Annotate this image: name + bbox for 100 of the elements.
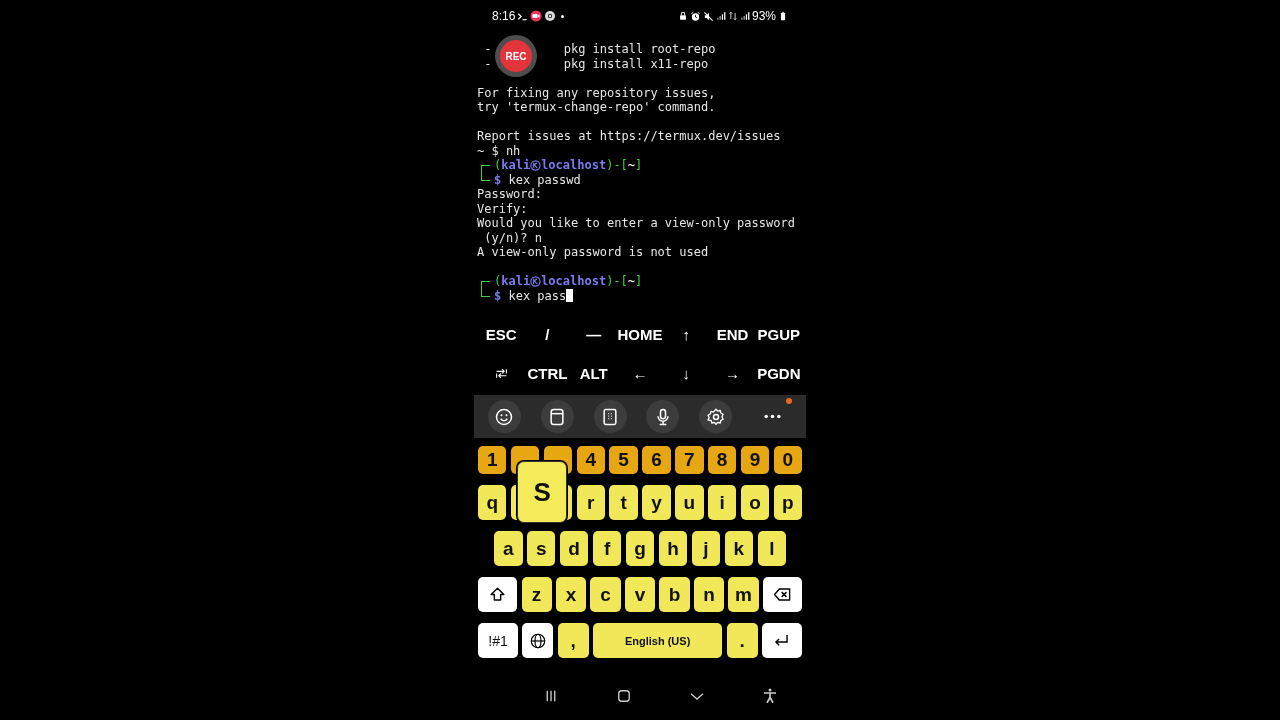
terminal-text: -: [483, 42, 492, 57]
keyboard-key[interactable]: 7: [675, 446, 704, 474]
backspace-icon: [772, 585, 792, 604]
keyboard-key[interactable]: !#1: [478, 623, 519, 658]
keyboard-key[interactable]: r: [576, 485, 605, 520]
keyboard-key[interactable]: [761, 623, 802, 658]
data-arrows-icon: [727, 11, 738, 21]
extra-key[interactable]: —: [570, 322, 617, 347]
toolbar-button[interactable]: [699, 400, 733, 433]
extra-key[interactable]: CTRL: [524, 361, 571, 386]
terminal-line: ~ $ nh: [477, 143, 522, 158]
extra-key[interactable]: ESC: [478, 322, 525, 347]
keyboard-key[interactable]: u: [675, 485, 704, 520]
toolbar-button[interactable]: [646, 400, 680, 433]
keyboard-key[interactable]: t: [609, 485, 638, 520]
keyboard-key[interactable]: d: [559, 531, 589, 566]
keyboard-key[interactable]: 1: [478, 446, 507, 474]
toolbar-button[interactable]: [487, 400, 521, 433]
extra-key[interactable]: ALT: [570, 361, 617, 386]
extra-key[interactable]: PGDN: [755, 361, 802, 386]
toolbar-button[interactable]: [593, 400, 627, 433]
prompt-text: ~: [627, 158, 636, 173]
prompt-symbol: $: [494, 288, 502, 303]
key-preview-tooltip: S: [517, 461, 568, 523]
space-bar[interactable]: English (US): [592, 623, 723, 658]
prompt-text: kali: [501, 158, 531, 173]
keyboard-key[interactable]: 6: [642, 446, 671, 474]
terminal-line: For fixing any repository issues,: [477, 85, 717, 100]
keyboard-key[interactable]: x: [556, 577, 587, 612]
prompt-text: localhost: [541, 158, 607, 173]
battery-icon: [778, 10, 788, 22]
keyboard-key[interactable]: q: [478, 485, 507, 520]
lock-icon: [677, 11, 688, 21]
terminal-line: Would you like to enter a view-only password: [477, 216, 796, 231]
keyboard-key[interactable]: [478, 577, 518, 612]
keyboard-key[interactable]: z: [521, 577, 552, 612]
prompt-symbol: $: [494, 172, 502, 187]
extra-key[interactable]: ↓: [663, 361, 710, 386]
keyboard-key[interactable]: v: [624, 577, 656, 612]
signal-icon: [715, 11, 726, 21]
keyboard-key[interactable]: j: [691, 531, 721, 566]
keyboard-key[interactable]: y: [642, 485, 671, 520]
prompt-text: ]: [635, 158, 643, 173]
keyboard-key[interactable]: c: [590, 577, 621, 612]
keyboard-key[interactable]: ,: [557, 623, 589, 658]
keyboard-key[interactable]: m: [728, 577, 759, 612]
terminal-line: try 'termux-change-repo' command.: [477, 100, 717, 115]
prompt-text: ~: [627, 274, 636, 289]
keyboard-key[interactable]: 0: [773, 446, 803, 474]
keyboard-key[interactable]: a: [494, 531, 523, 566]
extra-key[interactable]: /: [524, 322, 571, 347]
status-time: 8:16: [492, 9, 516, 23]
video-camera-icon: [530, 10, 543, 22]
keyboard-key[interactable]: b: [659, 577, 690, 612]
extra-key[interactable]: ↑: [663, 322, 710, 347]
terminal-text: pkg install x11-repo: [563, 56, 709, 71]
terminal-line: Verify:: [477, 201, 529, 216]
record-button[interactable]: REC: [495, 35, 537, 77]
toolbar-button[interactable]: [540, 400, 574, 433]
more-icon: [763, 414, 781, 419]
keyboard-key[interactable]: f: [592, 531, 622, 566]
terminal-line: (y/n)? n: [483, 230, 544, 245]
terminal-text: pkg install root-repo: [563, 42, 716, 57]
settings-icon: [705, 406, 726, 427]
prompt-text: (: [494, 158, 502, 173]
keyboard-key[interactable]: n: [693, 577, 725, 612]
command-text: kex pass: [507, 288, 567, 303]
extra-key[interactable]: END: [709, 322, 756, 347]
signal-icon: [739, 11, 750, 21]
keyboard-key[interactable]: 9: [740, 446, 770, 474]
keyboard-key[interactable]: p: [773, 485, 803, 520]
prompt-text: kali: [501, 274, 531, 289]
globe-icon: [528, 631, 547, 650]
keyboard-key[interactable]: k: [724, 531, 754, 566]
keyboard-key[interactable]: [522, 623, 554, 658]
command-text: kex passwd: [507, 172, 581, 187]
keyboard-key[interactable]: g: [625, 531, 655, 566]
extra-key[interactable]: HOME: [616, 322, 664, 347]
terminal-line: Password:: [477, 187, 544, 202]
keyboard-key[interactable]: 5: [609, 446, 638, 474]
alarm-icon: [689, 10, 701, 22]
keyboard-key[interactable]: i: [707, 485, 737, 520]
keyboard-key[interactable]: .: [726, 623, 758, 658]
keyboard-key[interactable]: h: [658, 531, 688, 566]
smiley-icon: [494, 406, 515, 427]
keyboard-key[interactable]: [762, 577, 803, 612]
extra-key[interactable]: →: [709, 361, 756, 386]
battery-percent: 93%: [751, 9, 776, 23]
keyboard-key[interactable]: 4: [576, 446, 605, 474]
keyboard-key[interactable]: l: [757, 531, 787, 566]
terminal-line: Report issues at https://termux.dev/issues: [477, 129, 782, 144]
keyboard-key[interactable]: s: [526, 531, 556, 566]
prompt-text: )-[: [606, 274, 628, 289]
keyboard-key[interactable]: 8: [707, 446, 737, 474]
extra-key[interactable]: ←: [616, 361, 664, 386]
prompt-text: ]: [635, 274, 643, 289]
tab-arrows-icon: [494, 367, 508, 380]
terminal-line: A view-only password is not used: [477, 245, 710, 260]
extra-key[interactable]: PGUP: [755, 322, 802, 347]
keyboard-key[interactable]: o: [740, 485, 770, 520]
